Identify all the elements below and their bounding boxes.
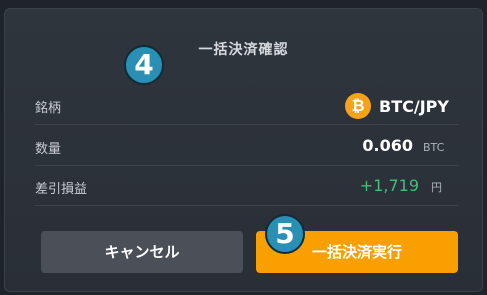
pair-text: BTC/JPY [379,96,449,116]
quantity-unit: BTC [423,141,445,154]
pnl-unit: 円 [431,181,442,194]
pair-label: 銘柄 [35,101,62,116]
pnl-value-group: +1,719 円 [360,176,449,195]
quantity-value-group: 0.060 BTC [362,136,449,155]
quantity-row: 数量 0.060 BTC [35,126,459,166]
pnl-label: 差引損益 [35,182,88,197]
quantity-value: 0.060 [362,136,413,155]
pair-value: ₿ BTC/JPY [345,93,449,119]
dialog-title: 一括決済確認 [198,42,289,58]
pnl-value: +1,719 [359,176,419,195]
pair-row: 銘柄 ₿ BTC/JPY [35,85,459,125]
pnl-row: 差引損益 +1,719 円 [35,166,459,206]
step-marker-5: 5 [265,214,305,254]
settlement-confirm-dialog: 一括決済確認 4 銘柄 ₿ BTC/JPY 数量 0.060 BTC 差引損益 … [4,8,483,292]
step-marker-4: 4 [124,45,164,85]
bitcoin-icon: ₿ [345,93,372,119]
cancel-button[interactable]: キャンセル [41,231,243,273]
quantity-label: 数量 [35,142,62,157]
